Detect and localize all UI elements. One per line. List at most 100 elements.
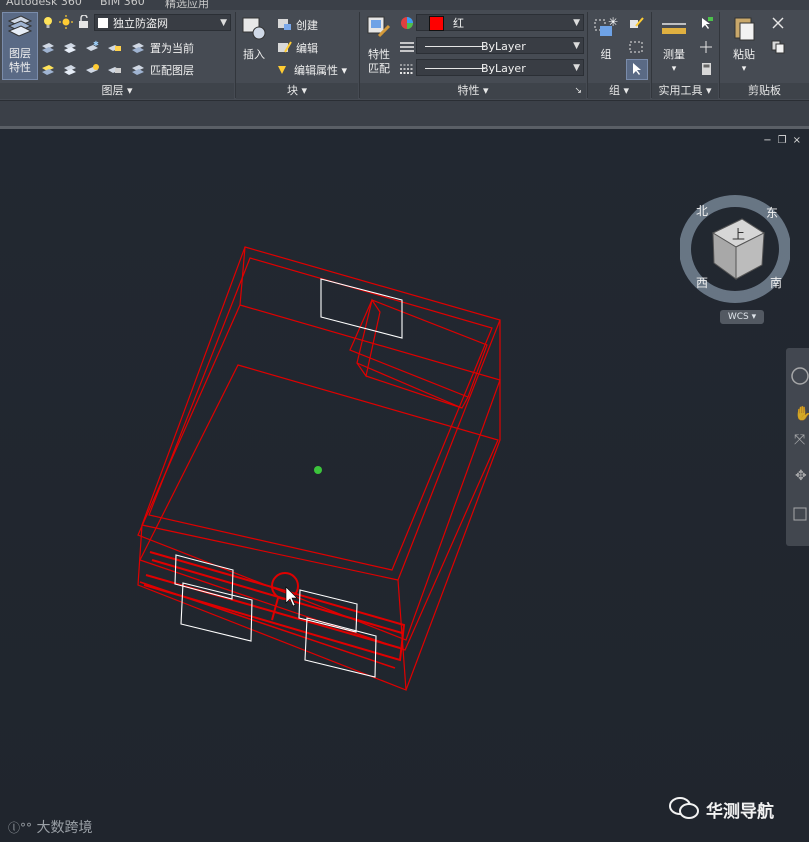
layer-properties-label-2: 特性 [9, 61, 31, 74]
match-label-2: 匹配 [368, 62, 390, 75]
viewport-window-controls: −❐× [763, 135, 807, 146]
compass-north[interactable]: 北 [696, 204, 708, 218]
match-properties-button[interactable]: 特性 匹配 [362, 14, 396, 76]
set-current-icon[interactable] [130, 40, 146, 54]
calculator-icon[interactable] [698, 62, 714, 76]
layer-unlock-all-icon[interactable] [106, 62, 122, 76]
drawing-viewport[interactable]: 上 北 东 南 西 WCS ▾ ✋ ⤧ ✥ [0, 129, 809, 842]
compass-east[interactable]: 东 [766, 206, 778, 220]
layer-unisolate-icon[interactable] [40, 62, 56, 76]
dialog-launcher-icon[interactable]: ↘ [574, 83, 582, 99]
copy-icon[interactable] [770, 40, 786, 54]
layer-freeze-icon[interactable]: ✱ [84, 40, 100, 54]
layer-isolate-icon[interactable] [62, 40, 78, 54]
layer-unlock-icon[interactable] [76, 15, 92, 29]
group-button[interactable]: ✳ 组 [590, 14, 622, 62]
cursor-select-icon [633, 63, 641, 75]
layer-thaw-all-icon[interactable] [84, 62, 100, 76]
edit-block-button[interactable]: 编辑 [296, 40, 318, 56]
group-selection-toggle[interactable] [626, 59, 648, 80]
cube-top-label: 上 [732, 228, 745, 243]
paste-button[interactable]: 粘贴 ▾ [726, 14, 762, 76]
match-label-1: 特性 [368, 48, 390, 61]
tab-bim-360[interactable]: BIM 360 [100, 0, 145, 8]
utilities-panel-title[interactable]: 实用工具 ▾ [652, 83, 718, 99]
panel-front-2 [180, 582, 253, 642]
svg-text:✱: ✱ [93, 40, 99, 48]
layers-panel-title[interactable]: 图层 ▾ [0, 83, 234, 99]
orbit-icon[interactable]: ✥ [795, 468, 807, 484]
navigation-bar: ✋ ⤧ ✥ [786, 348, 809, 546]
restore-icon[interactable]: ❐ [778, 135, 793, 146]
properties-panel-title[interactable]: 特性 ▾ ↘ [360, 83, 586, 99]
group-edit-icon[interactable] [628, 16, 644, 30]
lineweight-combo[interactable]: ByLayer ▼ [416, 59, 584, 76]
close-icon[interactable]: × [793, 135, 807, 146]
id-point-icon[interactable] [698, 40, 714, 54]
drawer-front [356, 362, 469, 409]
paste-clipboard-icon [734, 17, 755, 41]
utilities-panel-title-text: 实用工具 [658, 84, 703, 97]
viewcube[interactable]: 上 北 东 南 西 [680, 187, 790, 307]
file-tab-bar [0, 101, 809, 126]
edit-attribute-icon[interactable] [276, 62, 292, 76]
chevron-down-icon: ▼ [573, 18, 580, 28]
layer-properties-label-1: 图层 [9, 47, 31, 60]
lineweight-combo-value: ByLayer [481, 62, 526, 75]
tab-featured-apps[interactable]: 精选应用 [165, 0, 209, 10]
chevron-down-icon: ▾ [301, 84, 308, 97]
measure-button[interactable]: 测量 ▾ [656, 14, 692, 76]
layer-color-swatch [98, 18, 108, 28]
create-block-button[interactable]: 创建 [296, 17, 318, 33]
block-panel-title[interactable]: 块 ▾ [236, 83, 358, 99]
linetype-combo[interactable]: ByLayer ▼ [416, 37, 584, 54]
quick-select-icon[interactable] [698, 16, 714, 30]
layer-lock-icon[interactable] [106, 40, 122, 54]
edit-attribute-button[interactable]: 编辑属性 ▾ [294, 62, 347, 78]
match-properties-brush-icon [367, 16, 391, 38]
ribbon: 图层 特性 独立防盗网 ▼ ✱ 置为当前 匹配图层 图层 ▾ 插入 创建 编辑 … [0, 10, 809, 101]
compass-south[interactable]: 南 [770, 275, 782, 290]
color-combo-value: 红 [453, 17, 464, 30]
clipboard-panel-title[interactable]: 剪贴板 [720, 83, 809, 99]
groups-panel-title-text: 组 [608, 84, 620, 97]
tab-autodesk-360[interactable]: Autodesk 360 [6, 0, 82, 8]
compass-west[interactable]: 西 [696, 276, 708, 290]
layer-thaw-sun-icon[interactable] [58, 15, 74, 29]
insert-label: 插入 [243, 48, 265, 61]
edit-block-icon[interactable] [276, 40, 292, 54]
pan-hand-icon[interactable]: ✋ [794, 405, 809, 422]
create-block-icon[interactable] [276, 17, 292, 31]
chevron-down-icon: ▼ [573, 63, 580, 73]
wcs-menu[interactable]: WCS ▾ [720, 310, 764, 324]
groups-panel-title[interactable]: 组 ▾ [588, 83, 650, 99]
layer-previous-icon[interactable] [40, 40, 56, 54]
paste-label: 粘贴 [733, 48, 755, 61]
watermark-right-text: 华测导航 [706, 802, 774, 822]
insert-block-button[interactable]: 插入 [238, 14, 270, 62]
layer-walk-icon[interactable] [62, 62, 78, 76]
set-current-button[interactable]: 置为当前 [150, 40, 194, 56]
color-combo[interactable]: 红 ▼ [416, 14, 584, 31]
layer-on-bulb-icon[interactable] [40, 15, 56, 29]
showmotion-icon[interactable] [793, 507, 807, 521]
match-layer-icon[interactable] [130, 62, 146, 76]
match-layer-button[interactable]: 匹配图层 [150, 62, 194, 78]
zoom-extents-icon[interactable]: ⤧ [794, 432, 805, 448]
line-sample [425, 46, 485, 47]
line-sample [425, 68, 485, 69]
chevron-down-icon: ▾ [341, 64, 348, 77]
lineweight-icon [400, 64, 414, 74]
ungroup-icon[interactable] [628, 40, 644, 54]
chevron-down-icon: ▾ [126, 84, 133, 97]
layer-properties-button[interactable]: 图层 特性 [2, 12, 38, 80]
steering-wheel-icon[interactable] [791, 367, 809, 385]
drawer-top [349, 299, 488, 398]
layer-combo[interactable]: 独立防盗网 ▼ [94, 14, 231, 31]
color-wheel-icon [401, 17, 413, 29]
ribbon-tab-strip: Autodesk 360 BIM 360 精选应用 [0, 0, 809, 10]
watermark-logo-left: ⓛ°° 大数跨境 [8, 817, 92, 837]
cut-scissors-icon[interactable] [770, 16, 786, 30]
minimize-icon[interactable]: − [763, 135, 777, 146]
handle-stem [271, 597, 279, 621]
